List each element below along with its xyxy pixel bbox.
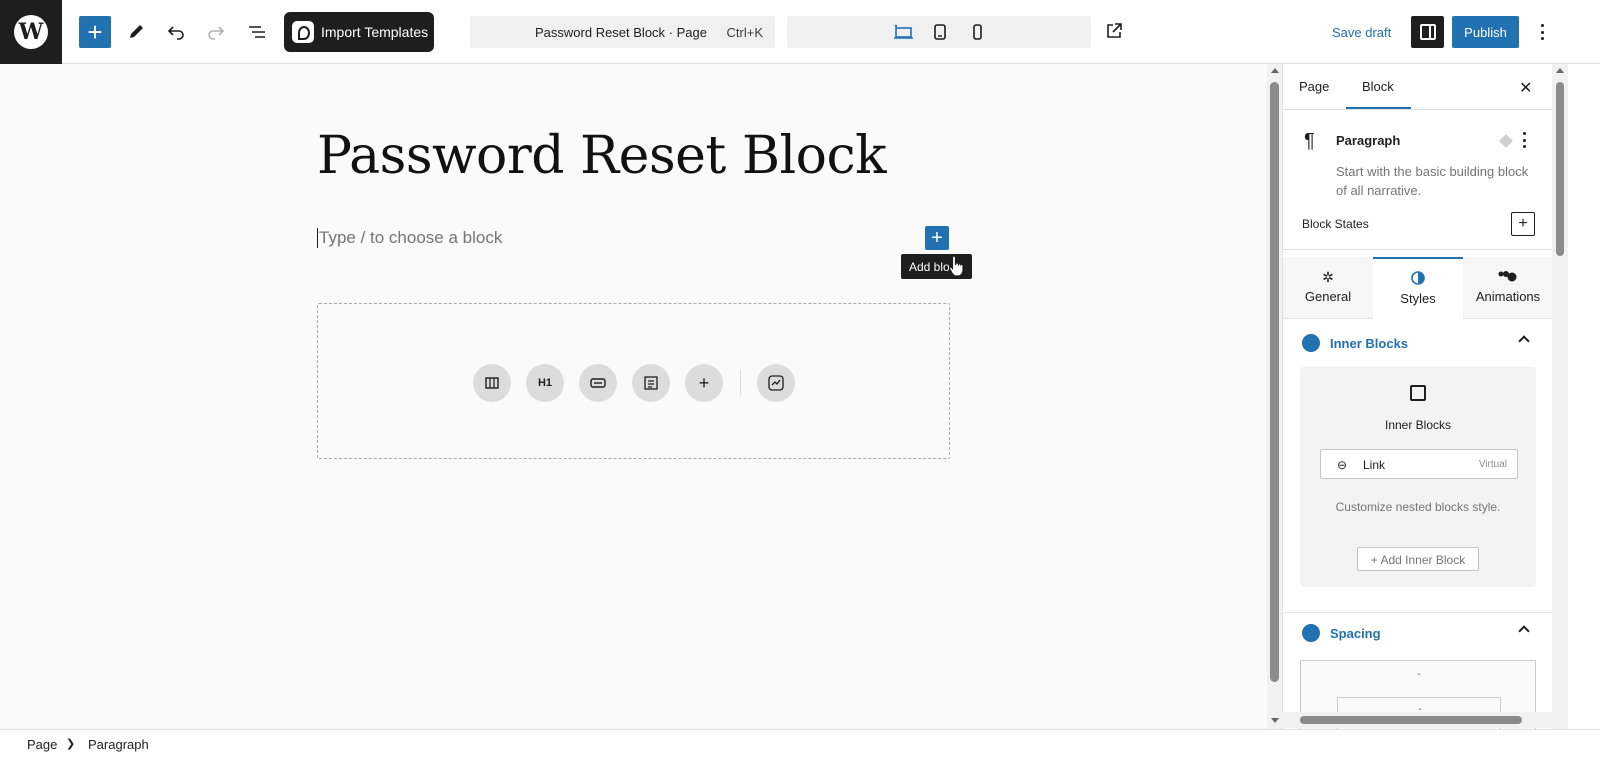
inline-add-block-button[interactable]: + [925, 226, 949, 250]
import-templates-label: Import Templates [321, 24, 429, 40]
scroll-up-arrow[interactable] [1271, 68, 1279, 73]
breadcrumb-page[interactable]: Page [27, 737, 57, 752]
heading-icon[interactable]: H1 [526, 364, 564, 402]
inner-blocks-title: Inner Blocks [1384, 418, 1452, 432]
contrast-icon [1373, 271, 1463, 291]
tab-page[interactable]: Page [1299, 79, 1329, 94]
spacing-icon [1302, 624, 1320, 642]
chevron-up-icon[interactable] [1518, 335, 1530, 347]
inner-blocks-layout-icon [1410, 385, 1426, 401]
document-overview-icon[interactable] [241, 16, 273, 48]
gear-icon: ✲ [1322, 269, 1334, 285]
block-options-icon[interactable] [1521, 132, 1527, 148]
link-icon: ⊖ [1337, 458, 1348, 472]
canvas-scroll-thumb[interactable] [1270, 82, 1279, 682]
subtab-general[interactable]: ✲ General [1283, 257, 1373, 319]
add-block-state-button[interactable]: + [1511, 212, 1535, 236]
subtab-styles-label: Styles [1400, 291, 1436, 306]
sidebar-scroll-up-arrow[interactable] [1556, 68, 1564, 73]
undo-icon[interactable] [160, 16, 192, 48]
canvas-scrollbar[interactable] [1267, 64, 1282, 729]
sidebar-icon [1419, 24, 1436, 40]
sidebar-scrollbar[interactable] [1552, 64, 1568, 729]
templates-logo-icon [292, 21, 314, 43]
columns-icon[interactable] [473, 364, 511, 402]
inner-blocks-section-header[interactable]: Inner Blocks [1283, 323, 1552, 363]
subtab-animations[interactable]: Animations [1463, 257, 1552, 319]
inner-blocks-panel: Inner Blocks ⊖ Link Virtual Customize ne… [1300, 367, 1536, 587]
inner-blocks-section-title: Inner Blocks [1330, 336, 1409, 351]
wordpress-icon: W [14, 15, 48, 49]
settings-subtabs: ✲ General Styles Animations [1283, 257, 1552, 319]
inner-blocks-icon [1302, 334, 1320, 352]
plus-icon[interactable]: + [685, 364, 723, 402]
publish-button[interactable]: Publish [1452, 16, 1519, 48]
tools-pencil-icon[interactable] [120, 16, 152, 48]
block-style-icon[interactable] [1499, 134, 1513, 148]
settings-sidebar: Page Block ✕ ¶ Paragraph Start with the … [1282, 64, 1552, 729]
animation-icon [1463, 269, 1552, 289]
heading-label: H1 [537, 377, 553, 389]
link-inner-block-item[interactable]: ⊖ Link Virtual [1320, 449, 1518, 479]
subtab-general-label: General [1304, 289, 1352, 304]
import-templates-button[interactable]: Import Templates [284, 12, 434, 52]
spacing-section-header[interactable]: Spacing [1283, 612, 1552, 652]
save-draft-button[interactable]: Save draft [1332, 25, 1391, 40]
spacing-section-title: Spacing [1330, 626, 1381, 641]
chart-icon[interactable] [757, 364, 795, 402]
settings-sidebar-toggle[interactable] [1411, 16, 1444, 48]
block-states-label: Block States [1302, 217, 1369, 231]
block-name: Paragraph [1336, 133, 1401, 148]
command-palette-bar[interactable]: Password Reset Block · Page Ctrl+K [470, 16, 775, 48]
device-preview-bar [787, 16, 1091, 48]
editor-header: W + Import Templates Password Reset Bloc… [0, 0, 1600, 64]
paragraph-icon: ¶ [1304, 130, 1315, 152]
quick-block-placeholder: H1 + [317, 303, 950, 459]
sidebar-horizontal-scrollbar[interactable] [1282, 712, 1552, 728]
inner-blocks-description: Customize nested blocks style. [1335, 500, 1501, 514]
breadcrumb: Page ❯ Paragraph [0, 729, 1600, 768]
sidebar-tabs: Page Block ✕ [1283, 64, 1552, 110]
hand-cursor-icon [948, 255, 964, 277]
block-inserter-toggle[interactable]: + [79, 16, 111, 48]
quick-block-divider [740, 370, 741, 396]
options-menu-icon[interactable] [1533, 22, 1551, 42]
button-icon[interactable] [579, 364, 617, 402]
mobile-preview-icon[interactable] [967, 22, 987, 42]
chevron-right-icon: ❯ [66, 738, 76, 750]
add-inner-block-button[interactable]: + Add Inner Block [1357, 547, 1479, 571]
subtab-animations-label: Animations [1475, 289, 1541, 304]
form-icon[interactable] [632, 364, 670, 402]
command-shortcut: Ctrl+K [726, 25, 763, 40]
margin-top-value[interactable]: - [1301, 669, 1537, 680]
scroll-down-arrow[interactable] [1271, 718, 1279, 723]
paragraph-placeholder[interactable]: Type / to choose a block [317, 228, 502, 248]
virtual-badge: Virtual [1478, 459, 1507, 470]
chevron-up-icon[interactable] [1518, 625, 1530, 637]
tablet-preview-icon[interactable] [930, 22, 950, 42]
block-description: Start with the basic building block of a… [1336, 164, 1529, 198]
link-label: Link [1363, 458, 1386, 472]
document-title: Password Reset Block · Page [535, 25, 707, 40]
subtab-styles[interactable]: Styles [1373, 257, 1463, 319]
redo-icon[interactable] [200, 16, 232, 48]
page-title[interactable]: Password Reset Block [317, 126, 887, 186]
wordpress-logo-button[interactable]: W [0, 0, 62, 64]
tab-block[interactable]: Block [1362, 79, 1394, 94]
desktop-preview-icon[interactable] [893, 22, 913, 42]
close-icon[interactable]: ✕ [1519, 78, 1532, 98]
active-tab-indicator [1346, 107, 1411, 109]
sidebar-hscroll-thumb[interactable] [1300, 716, 1522, 724]
breadcrumb-paragraph[interactable]: Paragraph [88, 737, 149, 752]
editor-canvas: Password Reset Block Type / to choose a … [0, 64, 1267, 729]
sidebar-scroll-thumb[interactable] [1556, 82, 1564, 256]
view-page-external-icon[interactable] [1104, 21, 1124, 41]
